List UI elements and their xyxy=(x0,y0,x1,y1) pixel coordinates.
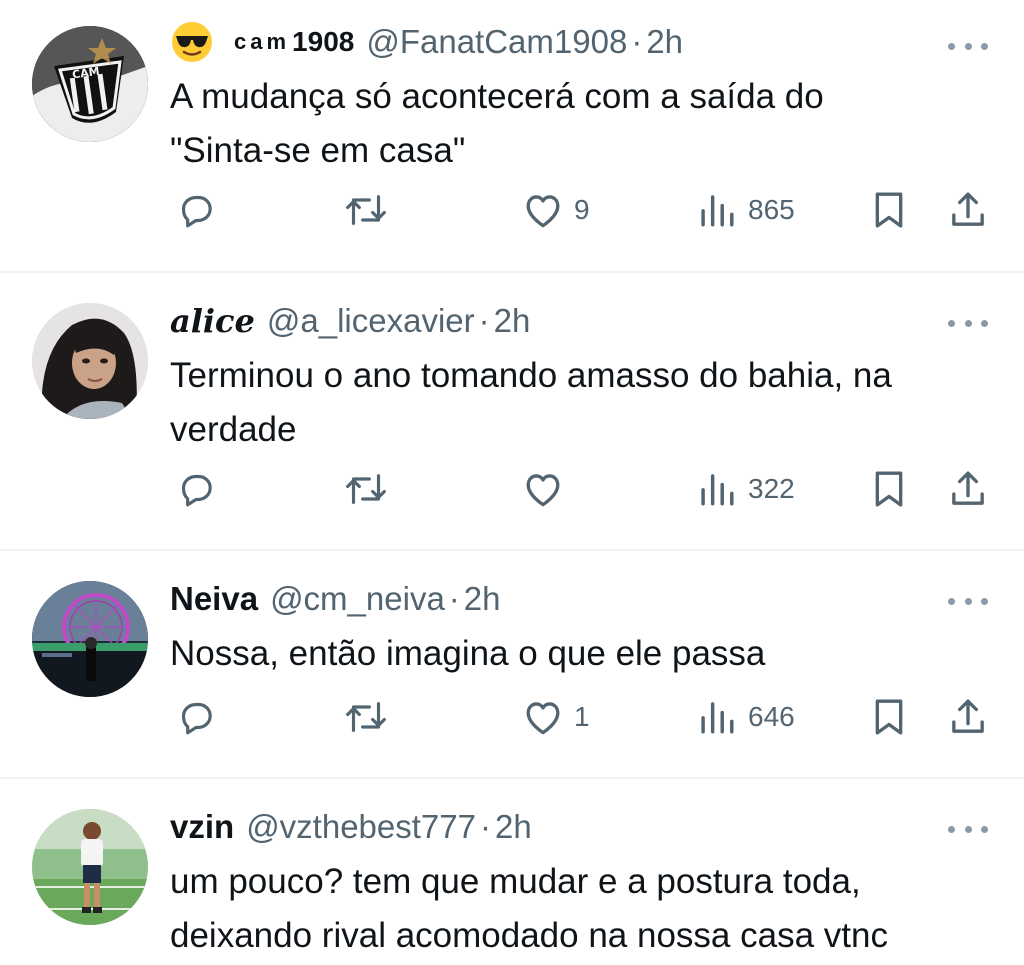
separator-dot: · xyxy=(631,23,643,60)
more-options-icon[interactable] xyxy=(948,595,988,607)
separator-dot: · xyxy=(448,580,460,617)
retweet-icon xyxy=(346,474,386,504)
tweet[interactable]: CAM cam 1908 @FanatCam1908 · 2h A mudanç xyxy=(0,0,1024,272)
reply-button[interactable] xyxy=(176,190,216,230)
user-handle[interactable]: @vzthebest777 xyxy=(246,808,476,846)
display-name-text: cam xyxy=(234,29,291,54)
more-options-icon[interactable] xyxy=(948,823,988,835)
timestamp[interactable]: 2h xyxy=(495,808,532,846)
reply-icon xyxy=(181,474,212,507)
like-button[interactable]: 1 xyxy=(522,697,590,737)
bookmark-icon xyxy=(875,471,903,507)
share-button[interactable] xyxy=(948,469,988,509)
share-button[interactable] xyxy=(948,697,988,737)
reply-button[interactable] xyxy=(176,697,216,737)
bookmark-icon xyxy=(875,192,903,228)
tweet-text-line: deixando rival acomodado na nossa casa v… xyxy=(170,916,888,955)
tweet-text-line: "Sinta-se em casa" xyxy=(170,131,466,170)
atletico-crest-icon: CAM xyxy=(32,26,148,142)
share-icon xyxy=(952,471,984,505)
avatar[interactable] xyxy=(32,809,148,925)
tweet-text-line: Nossa, então imagina o que ele passa xyxy=(170,634,766,673)
bookmark-icon xyxy=(875,699,903,735)
like-count: 1 xyxy=(574,701,590,732)
tweet-text-line: Terminou o ano tomando amasso do bahia, … xyxy=(170,356,892,395)
share-icon xyxy=(952,192,984,226)
tweet-text-line: A mudança só acontecerá com a saída do xyxy=(170,77,824,116)
views-button[interactable]: 646 xyxy=(696,697,795,737)
like-count: 9 xyxy=(574,194,590,225)
share-button[interactable] xyxy=(948,190,988,230)
more-options-icon[interactable] xyxy=(948,317,988,329)
retweet-icon xyxy=(346,195,386,225)
tweet-header: Neiva @cm_neiva · 2h xyxy=(170,577,501,621)
display-name[interactable]: alice xyxy=(170,302,255,340)
tweet-header: alice @a_licexavier · 2h xyxy=(170,299,530,343)
tweet-actions: 1 646 xyxy=(0,697,1024,747)
retweet-icon xyxy=(346,702,386,732)
like-button[interactable]: 9 xyxy=(522,190,590,230)
timestamp[interactable]: 2h xyxy=(464,580,501,618)
bookmark-button[interactable] xyxy=(872,190,906,230)
reply-feed: CAM cam 1908 @FanatCam1908 · 2h A mudanç xyxy=(0,0,1024,965)
tweet[interactable]: Neiva @cm_neiva · 2h Nossa, então imagin… xyxy=(0,551,1024,777)
user-handle[interactable]: @cm_neiva xyxy=(270,580,445,618)
woman-photo-icon xyxy=(32,303,148,419)
views-icon xyxy=(701,195,734,227)
reply-button[interactable] xyxy=(176,469,216,509)
separator-dot: · xyxy=(478,302,490,339)
tweet-text: Nossa, então imagina o que ele passa xyxy=(170,627,1000,681)
display-name[interactable]: vzin xyxy=(170,808,234,846)
tweet-actions: 322 xyxy=(0,469,1024,519)
avatar[interactable]: CAM xyxy=(32,26,148,142)
tweet-header: cam 1908 @FanatCam1908 · 2h xyxy=(170,20,683,64)
separator-dot: · xyxy=(480,808,491,845)
heart-icon xyxy=(526,474,560,507)
tweet[interactable]: vzin @vzthebest777 · 2h um pouco? tem qu… xyxy=(0,779,1024,965)
reply-icon xyxy=(181,195,212,228)
view-count: 865 xyxy=(748,194,795,225)
views-icon xyxy=(701,474,734,506)
display-name[interactable]: Neiva xyxy=(170,580,258,618)
like-button[interactable] xyxy=(522,469,574,509)
retweet-button[interactable] xyxy=(343,469,389,509)
views-button[interactable]: 322 xyxy=(696,469,795,509)
reply-icon xyxy=(181,702,212,735)
avatar[interactable] xyxy=(32,581,148,697)
tweet-text: Terminou o ano tomando amasso do bahia, … xyxy=(170,349,1000,457)
user-handle[interactable]: @FanatCam1908 xyxy=(366,23,627,61)
user-handle[interactable]: @a_licexavier xyxy=(267,302,475,340)
sunglasses-emoji-icon xyxy=(170,20,214,64)
tweet-text: um pouco? tem que mudar e a postura toda… xyxy=(170,855,1000,963)
views-button[interactable]: 865 xyxy=(696,190,795,230)
more-options-icon[interactable] xyxy=(948,40,988,52)
bookmark-button[interactable] xyxy=(872,469,906,509)
tweet-text: A mudança só acontecerá com a saída do "… xyxy=(170,70,1000,178)
heart-icon xyxy=(526,702,560,735)
tweet-text-line: verdade xyxy=(170,410,297,449)
avatar[interactable] xyxy=(32,303,148,419)
display-name[interactable]: cam 1908 xyxy=(234,26,354,58)
london-eye-photo-icon xyxy=(32,581,148,697)
views-icon xyxy=(701,702,734,734)
timestamp[interactable]: 2h xyxy=(646,23,683,61)
retweet-button[interactable] xyxy=(343,190,389,230)
tweet[interactable]: alice @a_licexavier · 2h Terminou o ano … xyxy=(0,273,1024,549)
retweet-button[interactable] xyxy=(343,697,389,737)
heart-icon xyxy=(526,195,560,228)
football-field-photo-icon xyxy=(32,809,148,925)
tweet-text-line: um pouco? tem que mudar e a postura toda… xyxy=(170,862,861,901)
bookmark-button[interactable] xyxy=(872,697,906,737)
view-count: 646 xyxy=(748,701,795,732)
share-icon xyxy=(952,699,984,733)
tweet-actions: 9 865 xyxy=(0,190,1024,240)
tweet-header: vzin @vzthebest777 · 2h xyxy=(170,805,532,849)
display-name-number: 1908 xyxy=(292,26,355,57)
timestamp[interactable]: 2h xyxy=(494,302,531,340)
view-count: 322 xyxy=(748,473,795,504)
